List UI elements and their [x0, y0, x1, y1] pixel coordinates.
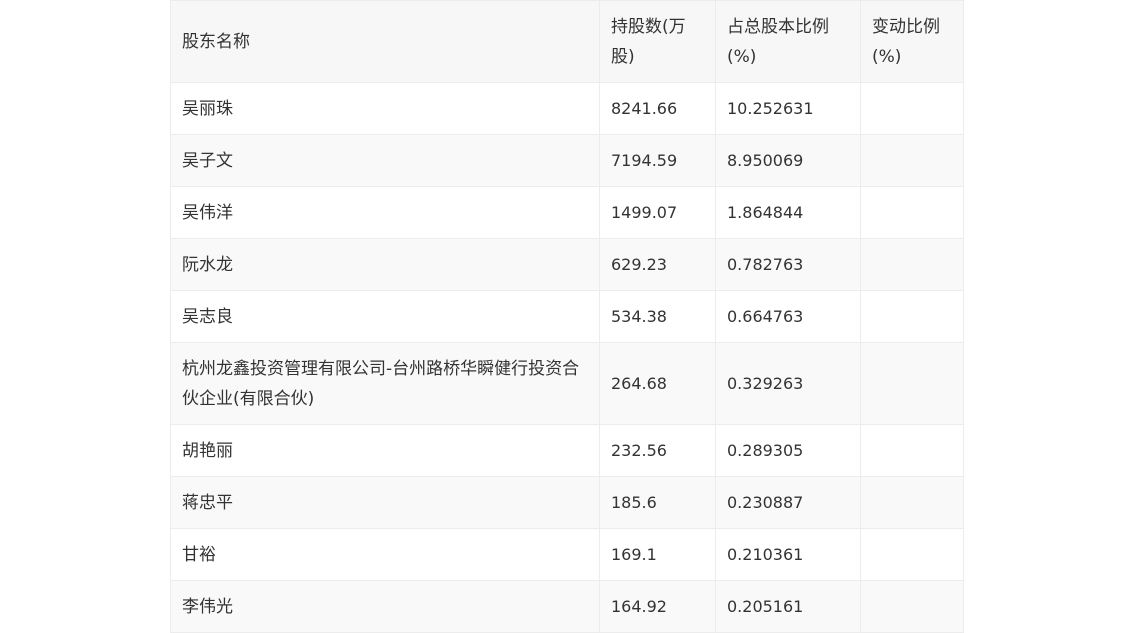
- cell-ratio: 8.950069: [715, 134, 861, 187]
- cell-change: [860, 342, 964, 425]
- table-row: 阮水龙 629.23 0.782763: [170, 238, 964, 291]
- cell-name: 吴丽珠: [170, 82, 600, 135]
- cell-shares: 1499.07: [599, 186, 716, 239]
- cell-shares: 185.6: [599, 476, 716, 529]
- table-row: 胡艳丽 232.56 0.289305: [170, 424, 964, 477]
- cell-change: [860, 82, 964, 135]
- cell-name: 吴子文: [170, 134, 600, 187]
- cell-change: [860, 238, 964, 291]
- table-row: 杭州龙鑫投资管理有限公司-台州路桥华瞬健行投资合伙企业(有限合伙) 264.68…: [170, 342, 964, 425]
- cell-name: 蒋忠平: [170, 476, 600, 529]
- header-shares: 持股数(万股): [599, 0, 716, 83]
- cell-shares: 169.1: [599, 528, 716, 581]
- header-change: 变动比例(%): [860, 0, 964, 83]
- table-row: 蒋忠平 185.6 0.230887: [170, 476, 964, 529]
- cell-ratio: 0.205161: [715, 580, 861, 633]
- table-header: 股东名称 持股数(万股) 占总股本比例(%) 变动比例(%): [170, 0, 964, 83]
- table-row: 吴伟洋 1499.07 1.864844: [170, 186, 964, 239]
- header-row: 股东名称 持股数(万股) 占总股本比例(%) 变动比例(%): [170, 0, 964, 83]
- cell-change: [860, 476, 964, 529]
- cell-name: 胡艳丽: [170, 424, 600, 477]
- cell-ratio: 0.230887: [715, 476, 861, 529]
- cell-shares: 264.68: [599, 342, 716, 425]
- cell-name: 吴志良: [170, 290, 600, 343]
- cell-shares: 232.56: [599, 424, 716, 477]
- cell-shares: 534.38: [599, 290, 716, 343]
- cell-name: 吴伟洋: [170, 186, 600, 239]
- table-row: 吴志良 534.38 0.664763: [170, 290, 964, 343]
- cell-ratio: 10.252631: [715, 82, 861, 135]
- table-row: 甘裕 169.1 0.210361: [170, 528, 964, 581]
- table-body: 吴丽珠 8241.66 10.252631 吴子文 7194.59 8.9500…: [170, 82, 964, 633]
- shareholder-table: 股东名称 持股数(万股) 占总股本比例(%) 变动比例(%) 吴丽珠 8241.…: [170, 0, 964, 633]
- cell-ratio: 0.782763: [715, 238, 861, 291]
- cell-change: [860, 528, 964, 581]
- cell-change: [860, 580, 964, 633]
- cell-ratio: 1.864844: [715, 186, 861, 239]
- cell-ratio: 0.210361: [715, 528, 861, 581]
- header-shareholder-name: 股东名称: [170, 0, 600, 83]
- table-row: 吴子文 7194.59 8.950069: [170, 134, 964, 187]
- cell-name: 甘裕: [170, 528, 600, 581]
- table-row: 李伟光 164.92 0.205161: [170, 580, 964, 633]
- cell-change: [860, 424, 964, 477]
- cell-shares: 164.92: [599, 580, 716, 633]
- cell-change: [860, 290, 964, 343]
- cell-change: [860, 134, 964, 187]
- cell-name: 阮水龙: [170, 238, 600, 291]
- header-ratio: 占总股本比例(%): [715, 0, 861, 83]
- shareholder-table-container: 股东名称 持股数(万股) 占总股本比例(%) 变动比例(%) 吴丽珠 8241.…: [170, 0, 964, 633]
- cell-ratio: 0.329263: [715, 342, 861, 425]
- cell-change: [860, 186, 964, 239]
- cell-name: 杭州龙鑫投资管理有限公司-台州路桥华瞬健行投资合伙企业(有限合伙): [170, 342, 600, 425]
- cell-ratio: 0.664763: [715, 290, 861, 343]
- cell-shares: 629.23: [599, 238, 716, 291]
- table-row: 吴丽珠 8241.66 10.252631: [170, 82, 964, 135]
- cell-name: 李伟光: [170, 580, 600, 633]
- cell-shares: 8241.66: [599, 82, 716, 135]
- cell-shares: 7194.59: [599, 134, 716, 187]
- cell-ratio: 0.289305: [715, 424, 861, 477]
